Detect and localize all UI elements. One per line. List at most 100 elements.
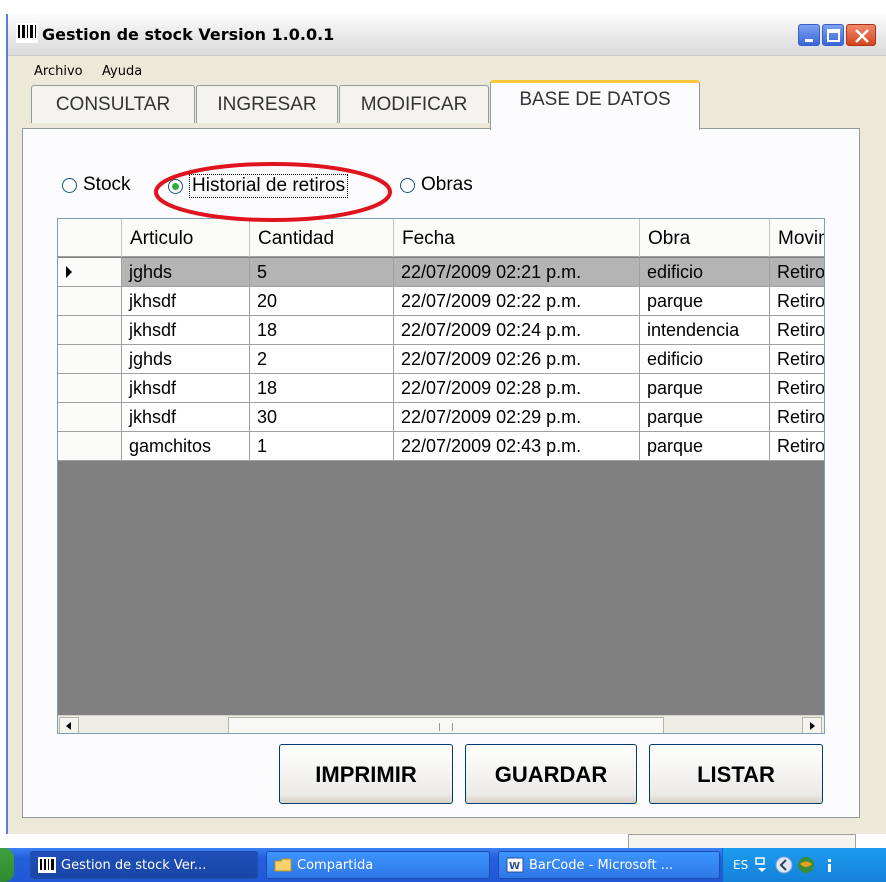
grid-header: Articulo Cantidad Fecha Obra Movimiento [58, 219, 824, 257]
row-header[interactable] [58, 258, 122, 287]
table-cell[interactable]: Retiro [770, 403, 824, 432]
window-title: Gestion de stock Version 1.0.0.1 [42, 25, 335, 44]
scrollbar-thumb[interactable] [228, 717, 664, 733]
current-row-arrow-icon [66, 266, 72, 278]
scroll-right-button[interactable] [802, 717, 822, 733]
taskbar-item-barcode-word[interactable]: W BarCode - Microsoft ... [498, 851, 720, 879]
table-cell[interactable]: 22/07/2009 02:43 p.m. [394, 432, 640, 461]
table-cell[interactable]: Retiro [770, 258, 824, 287]
tab-ingresar[interactable]: INGRESAR [196, 85, 338, 123]
taskbar: Gestion de stock Ver... Compartida W Bar… [0, 848, 886, 882]
table-cell[interactable]: parque [640, 287, 770, 316]
table-cell[interactable]: Retiro [770, 316, 824, 345]
column-header-obra[interactable]: Obra [640, 219, 770, 257]
table-cell[interactable]: 22/07/2009 02:22 p.m. [394, 287, 640, 316]
row-header[interactable] [58, 374, 122, 403]
table-cell[interactable]: 1 [250, 432, 394, 461]
menu-ayuda[interactable]: Ayuda [102, 64, 142, 79]
close-button[interactable] [846, 24, 876, 46]
table-cell[interactable]: Retiro [770, 374, 824, 403]
scroll-left-button[interactable] [59, 717, 79, 733]
language-options-icon[interactable] [753, 856, 771, 874]
column-header-cantidad[interactable]: Cantidad [250, 219, 394, 257]
table-cell[interactable]: jghds [122, 258, 250, 287]
taskbar-item-label: Compartida [297, 858, 374, 873]
table-cell[interactable]: 18 [250, 316, 394, 345]
row-header[interactable] [58, 316, 122, 345]
tab-consultar[interactable]: CONSULTAR [31, 85, 195, 123]
table-cell[interactable]: 5 [250, 258, 394, 287]
table-cell[interactable]: edificio [640, 258, 770, 287]
tab-modificar[interactable]: MODIFICAR [339, 85, 489, 123]
info-icon[interactable] [821, 856, 839, 874]
start-button[interactable] [0, 848, 14, 882]
radio-stock[interactable]: Stock [62, 174, 131, 196]
row-header[interactable] [58, 345, 122, 374]
taskbar-item-gestion-de-stock[interactable]: Gestion de stock Ver... [30, 851, 258, 879]
table-cell[interactable]: gamchitos [122, 432, 250, 461]
table-row[interactable]: jkhsdf 18 22/07/2009 02:24 p.m. intendencia… [58, 316, 824, 345]
table-cell[interactable]: Retiro [770, 287, 824, 316]
svg-text:W: W [509, 861, 520, 872]
table-cell[interactable]: parque [640, 432, 770, 461]
table-row[interactable]: jkhsdf 30 22/07/2009 02:29 p.m. parque Retir… [58, 403, 824, 432]
title-bar[interactable]: Gestion de stock Version 1.0.0.1 [8, 14, 886, 56]
taskbar-item-compartida[interactable]: Compartida [266, 851, 490, 879]
minimize-button[interactable] [798, 24, 820, 46]
language-indicator[interactable]: ES [733, 858, 748, 872]
data-grid[interactable]: Articulo Cantidad Fecha Obra Movimiento … [57, 218, 825, 734]
table-cell[interactable]: parque [640, 374, 770, 403]
scrollbar-grip-icon [439, 723, 453, 731]
radio-obras-label: Obras [421, 174, 473, 195]
column-header-fecha[interactable]: Fecha [394, 219, 640, 257]
column-header-articulo[interactable]: Articulo [122, 219, 250, 257]
row-header[interactable] [58, 403, 122, 432]
table-cell[interactable]: parque [640, 403, 770, 432]
table-cell[interactable]: jghds [122, 345, 250, 374]
table-cell[interactable]: jkhsdf [122, 403, 250, 432]
row-header[interactable] [58, 432, 122, 461]
back-arrow-icon[interactable] [775, 856, 793, 874]
table-row[interactable]: jkhsdf 20 22/07/2009 02:22 p.m. parque Retir… [58, 287, 824, 316]
horizontal-scrollbar[interactable] [58, 715, 824, 733]
tab-base-de-datos[interactable]: BASE DE DATOS [490, 80, 700, 130]
table-cell[interactable]: 2 [250, 345, 394, 374]
imprimir-button[interactable]: IMPRIMIR [279, 744, 453, 804]
table-cell[interactable]: intendencia [640, 316, 770, 345]
table-cell[interactable]: Retiro [770, 432, 824, 461]
folder-icon [274, 858, 292, 872]
table-row[interactable]: jghds 5 22/07/2009 02:21 p.m. edificio Retir… [58, 258, 824, 287]
table-row[interactable]: gamchitos 1 22/07/2009 02:43 p.m. parque Ret… [58, 432, 824, 461]
table-cell[interactable]: 22/07/2009 02:28 p.m. [394, 374, 640, 403]
table-cell[interactable]: jkhsdf [122, 316, 250, 345]
table-cell[interactable]: 30 [250, 403, 394, 432]
radio-circle-icon [400, 177, 415, 193]
table-cell[interactable]: 20 [250, 287, 394, 316]
row-header[interactable] [58, 287, 122, 316]
table-cell[interactable]: jkhsdf [122, 374, 250, 403]
table-cell[interactable]: 18 [250, 374, 394, 403]
table-cell[interactable]: 22/07/2009 02:24 p.m. [394, 316, 640, 345]
table-cell[interactable]: Retiro [770, 345, 824, 374]
menu-archivo[interactable]: Archivo [34, 64, 83, 79]
table-cell[interactable]: 22/07/2009 02:26 p.m. [394, 345, 640, 374]
network-globe-icon[interactable] [797, 856, 815, 874]
table-cell[interactable]: 22/07/2009 02:21 p.m. [394, 258, 640, 287]
table-cell[interactable]: edificio [640, 345, 770, 374]
column-header-movimiento[interactable]: Movimiento [770, 219, 824, 257]
table-cell[interactable]: jkhsdf [122, 287, 250, 316]
listar-button[interactable]: LISTAR [649, 744, 823, 804]
table-cell[interactable]: 22/07/2009 02:29 p.m. [394, 403, 640, 432]
radio-historial-de-retiros[interactable]: Historial de retiros [168, 174, 349, 198]
radio-obras[interactable]: Obras [400, 174, 473, 196]
radio-circle-icon [62, 177, 77, 193]
table-row[interactable]: jkhsdf 18 22/07/2009 02:28 p.m. parque Retir… [58, 374, 824, 403]
grid-corner-header[interactable] [58, 219, 122, 257]
radio-stock-label: Stock [83, 174, 131, 195]
maximize-button[interactable] [822, 24, 844, 46]
table-row[interactable]: jghds 2 22/07/2009 02:26 p.m. edificio Retir… [58, 345, 824, 374]
guardar-button[interactable]: GUARDAR [465, 744, 637, 804]
word-document-icon: W [506, 857, 524, 873]
close-icon [855, 29, 869, 43]
system-tray: ES [722, 848, 886, 882]
